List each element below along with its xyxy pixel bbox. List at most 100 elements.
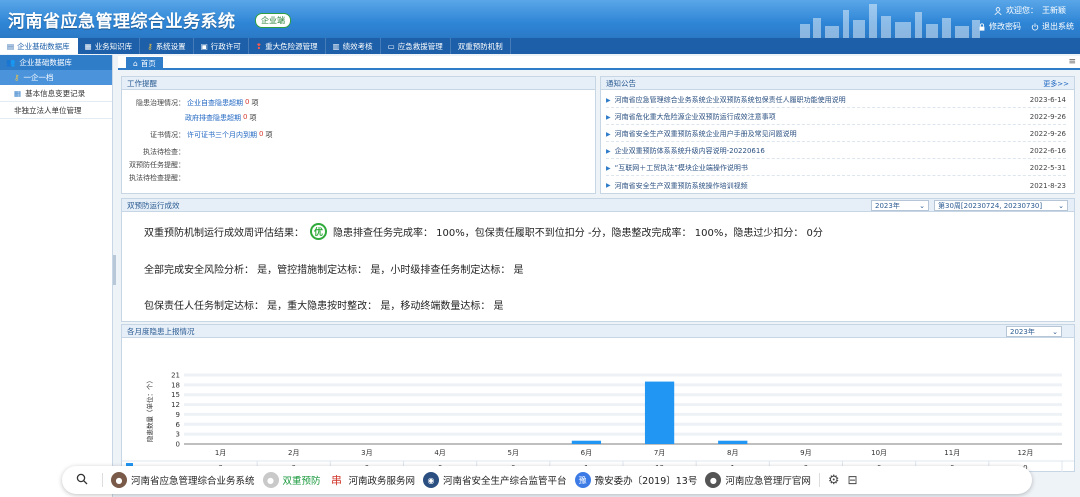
weekly-evaluation-details: 隐患排查任务完成率： 100%，包保责任履职不到位扣分 -分，隐患整改完成率： …	[333, 228, 823, 239]
bookmark-item[interactable]: 串河南政务服务网	[328, 472, 415, 488]
bullet-icon: ▶	[606, 130, 611, 138]
chevron-down-icon: ⌄	[919, 201, 925, 210]
user-info: 欢迎您： 王新颖	[994, 5, 1066, 16]
x-tick-label: 7月	[654, 449, 665, 457]
sidebar-splitter[interactable]	[113, 255, 116, 285]
hazard-overdue-gov-count: 0	[243, 113, 248, 121]
x-tick-label: 6月	[581, 449, 592, 457]
change-password-button[interactable]: 修改密码	[978, 21, 1021, 32]
cert-label: 证书情况：	[150, 131, 185, 139]
chart-year-select[interactable]: 2023年 ⌄	[1006, 326, 1062, 337]
y-tick-label: 15	[171, 391, 180, 399]
week-select[interactable]: 第30周[20230724, 20230730] ⌄	[934, 200, 1068, 211]
work-reminder-panel: 工作提醒 隐患治理情况： 企业自查隐患超期 0 项 政府排查隐患超期 0 项 证…	[121, 76, 596, 194]
bookmark-item[interactable]: ◉ 河南省安全生产综合监管平台	[423, 472, 567, 488]
key-icon: ⚷	[147, 41, 153, 51]
divider	[102, 473, 103, 487]
y-tick-label: 0	[176, 441, 180, 449]
bookmark-item[interactable]: ● 河南省应急管理综合业务系统	[111, 472, 255, 488]
users-icon: 👥	[6, 58, 16, 67]
site-icon: ●	[705, 472, 722, 488]
notice-item[interactable]: ▶ 河南省应急管理综合业务系统企业双预防系统包保责任人履职功能使用说明 2023-6…	[606, 93, 1066, 108]
nav-item-license[interactable]: ▣ 行政许可	[194, 38, 249, 54]
x-tick-label: 5月	[508, 449, 519, 457]
x-tick-label: 2月	[288, 449, 299, 457]
database-icon: ▤	[7, 41, 15, 51]
chart-title: 各月度隐患上报情况	[127, 326, 195, 336]
dual-task-label: 双预防任务提醒：	[129, 161, 185, 169]
lock-icon	[979, 22, 985, 31]
tab-bar: ⌂ 首页 ≡	[118, 56, 1080, 70]
logout-button[interactable]: 退出系统	[1031, 21, 1074, 32]
y-tick-label: 6	[176, 421, 181, 429]
y-tick-label: 21	[171, 372, 180, 380]
hazard-overdue-company-count: 0	[245, 98, 250, 106]
search-icon[interactable]	[70, 473, 94, 488]
site-icon: ●	[262, 472, 279, 488]
sidebar: 👥 企业基础数据库 ⚷ 一企一档 ▦ 基本信息变更记录 非独立法人单位管理	[0, 55, 113, 497]
bar-7月	[644, 381, 675, 444]
sidebar-item-branch-units[interactable]: 非独立法人单位管理	[0, 102, 112, 119]
gear-icon[interactable]: ⚙	[828, 473, 840, 488]
bullet-icon: ▶	[606, 96, 611, 104]
notice-item[interactable]: ▶ 河南省安全生产双重预防系统操作培训视频 2021-8-23	[606, 178, 1066, 193]
home-icon: ⌂	[133, 59, 138, 68]
chart-icon: ▥	[332, 41, 340, 51]
responsibility-summary: 包保责任人任务制定达标： 是，重大隐患按时整改： 是，移动终端数量达标： 是	[144, 301, 504, 312]
collapse-icon[interactable]: ⊟	[848, 473, 858, 487]
warning-icon: ❢	[255, 41, 263, 51]
nav-item-hazard-source[interactable]: ❢ 重大危险源管理	[249, 38, 326, 54]
main-nav: ▤ 企业基础数据库 ▦ 业务知识库 ⚷ 系统设置 ▣ 行政许可 ❢ 重大危险源管理 ▥ 绩效…	[0, 38, 1080, 54]
notice-item[interactable]: ▶ “互联网＋工贸执法”模块企业端操作说明书 2022-5-31	[606, 161, 1066, 176]
risk-analysis-summary: 全部完成安全风险分析： 是，管控措施制定达标： 是，小时级排查任务制定达标： 是	[144, 265, 524, 276]
sidebar-item-one-file[interactable]: ⚷ 一企一档	[0, 70, 112, 85]
nav-item-database[interactable]: ▤ 企业基础数据库	[0, 38, 78, 54]
law-check-label: 执法待检查：	[143, 148, 185, 156]
unit-label: 项	[249, 114, 257, 122]
app-header: 河南省应急管理综合业务系统 企业端 欢迎您： 王新颖 修改密码 退出系统	[0, 0, 1080, 38]
chevron-down-icon: ⌄	[1052, 327, 1058, 336]
doc-icon: 豫	[574, 472, 591, 488]
app-title: 河南省应急管理综合业务系统	[8, 12, 236, 32]
tab-menu-icon[interactable]: ≡	[1068, 57, 1076, 67]
notice-item[interactable]: ▶ 河南省危化重大危险源企业双预防运行成效注意事项 2022-9-26	[606, 110, 1066, 125]
weekly-evaluation-label: 双重预防机制运行成效周评估结果：	[144, 228, 304, 239]
monthly-hazard-bar-chart: 036912151821隐患数量（单位：个）1月02月03月04月05月06月1…	[122, 372, 1074, 472]
sidebar-item-change-record[interactable]: ▦ 基本信息变更记录	[0, 85, 112, 102]
nav-item-settings[interactable]: ⚷ 系统设置	[140, 38, 194, 54]
bullet-icon: ▶	[606, 164, 611, 172]
dual-prevention-performance-panel: 双预防运行成效 2023年 ⌄ 第30周[20230724, 20230730] ⌄…	[121, 198, 1075, 322]
platform-icon: ◉	[423, 472, 440, 488]
hazard-overdue-gov-link[interactable]: 政府排查隐患超期	[185, 113, 241, 123]
nav-item-rescue[interactable]: ▭ 应急救援管理	[381, 38, 451, 54]
unit-label: 项	[265, 131, 273, 139]
tab-home[interactable]: ⌂ 首页	[126, 57, 163, 70]
chevron-down-icon: ⌄	[1058, 201, 1064, 210]
x-tick-label: 10月	[871, 449, 887, 457]
bookmark-item[interactable]: ● 双重预防	[262, 472, 321, 488]
cert-expiry-link[interactable]: 许可证书三个月内到期	[187, 130, 257, 140]
grade-badge: 优	[310, 223, 327, 240]
username: 王新颖	[1042, 6, 1066, 15]
nav-item-performance[interactable]: ▥ 绩效考核	[326, 38, 381, 54]
notice-item[interactable]: ▶ 河南省安全生产双重预防系统企业用户手册及常见问题说明 2022-9-26	[606, 127, 1066, 142]
city-skyline-decoration	[800, 4, 980, 38]
nav-item-dual-prevention[interactable]: 双重预防机制	[451, 38, 511, 54]
x-tick-label: 8月	[727, 449, 738, 457]
bookmark-item[interactable]: 豫豫安委办〔2019〕13号	[574, 472, 697, 488]
notice-item[interactable]: ▶ 企业双重预防体系系统升级内容说明-20220616 2022-6-16	[606, 144, 1066, 159]
notice-more-link[interactable]: 更多>>	[1043, 79, 1069, 89]
bookmark-item[interactable]: ● 河南应急管理厅官网	[705, 472, 811, 488]
y-tick-label: 12	[171, 401, 180, 409]
hazard-label: 隐患治理情况：	[136, 99, 185, 107]
law-review-label: 执法待检查提醒：	[129, 174, 185, 182]
site-icon: ●	[111, 472, 127, 488]
hazard-overdue-company-link[interactable]: 企业自查隐患超期	[187, 98, 243, 108]
bullet-icon: ▶	[606, 113, 611, 121]
nav-item-knowledge[interactable]: ▦ 业务知识库	[78, 38, 141, 54]
cert-expiry-count: 0	[259, 130, 264, 138]
x-tick-label: 3月	[361, 449, 372, 457]
bar-8月	[718, 440, 748, 444]
year-select[interactable]: 2023年 ⌄	[871, 200, 929, 211]
performance-title: 双预防运行成效	[127, 200, 180, 210]
